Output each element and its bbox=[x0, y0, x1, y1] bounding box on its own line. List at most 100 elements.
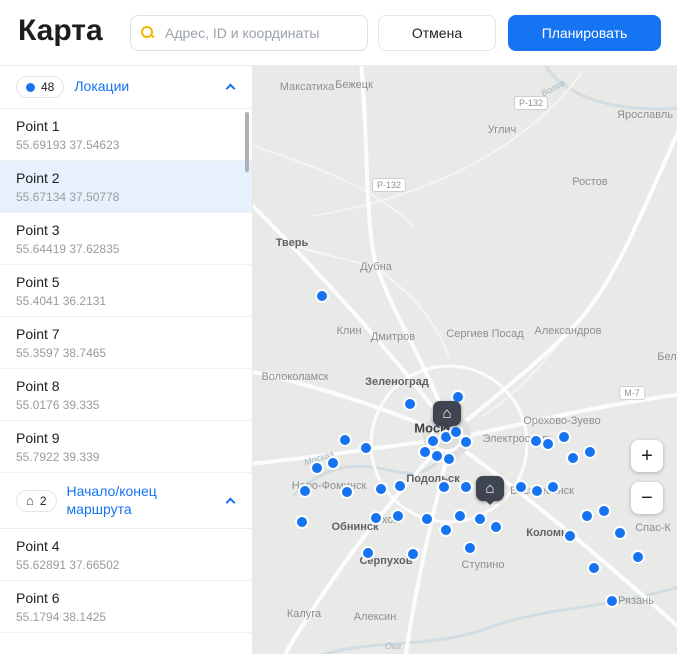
map-point-marker[interactable] bbox=[461, 437, 471, 447]
map-point-marker[interactable] bbox=[565, 531, 575, 541]
map-canvas[interactable]: + − Максатиха Бежецк Ярославль Углич Ростов Т… bbox=[253, 66, 677, 654]
zoom-in-button[interactable]: + bbox=[631, 440, 663, 472]
list-item[interactable]: Point 5 55.4041 36.2131 bbox=[0, 265, 252, 317]
depot-house-icon: ⌂ bbox=[476, 476, 504, 501]
point-coords: 55.7922 39.339 bbox=[16, 450, 100, 464]
depot-marker[interactable]: ⌂ bbox=[433, 401, 461, 435]
point-name: Point 3 bbox=[16, 222, 60, 238]
map-point-marker[interactable] bbox=[582, 511, 592, 521]
list-item[interactable]: Point 9 55.7922 39.339 bbox=[0, 421, 252, 473]
map-point-marker[interactable] bbox=[317, 291, 327, 301]
point-name: Point 1 bbox=[16, 118, 60, 134]
search-input[interactable] bbox=[163, 24, 357, 42]
map-point-marker[interactable] bbox=[405, 399, 415, 409]
map-point-marker[interactable] bbox=[559, 432, 569, 442]
page-title: Карта bbox=[18, 14, 103, 47]
section-title: Локации bbox=[74, 78, 130, 95]
badge-count: 2 bbox=[39, 493, 47, 508]
point-coords: 55.1794 38.1425 bbox=[16, 610, 107, 624]
map-point-marker[interactable] bbox=[444, 454, 454, 464]
map-point-marker[interactable] bbox=[376, 484, 386, 494]
point-coords: 55.69193 37.54623 bbox=[16, 138, 120, 152]
list-item[interactable]: Point 7 55.3597 38.7465 bbox=[0, 317, 252, 369]
map-point-marker[interactable] bbox=[393, 511, 403, 521]
map-point-marker[interactable] bbox=[428, 436, 438, 446]
road-number-badge: Р-132 bbox=[513, 96, 549, 110]
count-badge: ⌂ 2 bbox=[16, 489, 57, 512]
map-point-marker[interactable] bbox=[312, 463, 322, 473]
section-list: Point 1 55.69193 37.54623 Point 2 55.67134 … bbox=[0, 109, 252, 473]
map-point-marker[interactable] bbox=[461, 482, 471, 492]
map-point-marker[interactable] bbox=[543, 439, 553, 449]
road-number-badge: М-7 bbox=[619, 386, 645, 400]
map-point-marker[interactable] bbox=[432, 451, 442, 461]
cancel-button[interactable]: Отмена bbox=[378, 15, 496, 51]
map-point-marker[interactable] bbox=[361, 443, 371, 453]
map-point-marker[interactable] bbox=[465, 543, 475, 553]
map-point-marker[interactable] bbox=[607, 596, 617, 606]
list-item[interactable]: Point 8 55.0176 39.335 bbox=[0, 369, 252, 421]
point-coords: 55.4041 36.2131 bbox=[16, 294, 107, 308]
point-coords: 55.3597 38.7465 bbox=[16, 346, 107, 360]
map-point-marker[interactable] bbox=[548, 482, 558, 492]
map-roads bbox=[253, 66, 677, 654]
depot-marker[interactable]: ⌂ bbox=[476, 476, 504, 510]
point-name: Point 6 bbox=[16, 590, 60, 606]
map-point-marker[interactable] bbox=[408, 549, 418, 559]
sidebar-sections: 48 Локации Point 1 55.69193 37.54623 Point 2… bbox=[0, 66, 252, 633]
map-point-marker[interactable] bbox=[395, 481, 405, 491]
point-coords: 55.67134 37.50778 bbox=[16, 190, 120, 204]
section-list: Point 4 55.62891 37.66502 Point 6 55.1794 3… bbox=[0, 529, 252, 633]
list-item[interactable]: Point 1 55.69193 37.54623 bbox=[0, 109, 252, 161]
depot-house-icon: ⌂ bbox=[26, 493, 34, 508]
zoom-out-button[interactable]: − bbox=[631, 482, 663, 514]
map-point-marker[interactable] bbox=[475, 514, 485, 524]
point-name: Point 2 bbox=[16, 170, 60, 186]
header-bar: Карта Отмена Планировать bbox=[0, 0, 677, 66]
map-point-marker[interactable] bbox=[633, 552, 643, 562]
map-point-marker[interactable] bbox=[599, 506, 609, 516]
scrollbar-thumb[interactable] bbox=[245, 112, 249, 172]
map-point-marker[interactable] bbox=[455, 511, 465, 521]
section-header[interactable]: ⌂ 2 Начало/конец маршрута bbox=[0, 473, 252, 529]
map-point-marker[interactable] bbox=[422, 514, 432, 524]
search-box[interactable] bbox=[130, 15, 368, 51]
search-icon bbox=[141, 26, 155, 40]
list-item[interactable]: Point 2 55.67134 37.50778 bbox=[0, 161, 252, 213]
point-name: Point 8 bbox=[16, 378, 60, 394]
chevron-up-icon bbox=[225, 83, 236, 94]
map-point-marker[interactable] bbox=[297, 517, 307, 527]
map-point-marker[interactable] bbox=[441, 525, 451, 535]
map-point-marker[interactable] bbox=[371, 513, 381, 523]
map-point-marker[interactable] bbox=[568, 453, 578, 463]
map-point-marker[interactable] bbox=[340, 435, 350, 445]
plan-button[interactable]: Планировать bbox=[508, 15, 661, 51]
list-item[interactable]: Point 6 55.1794 38.1425 bbox=[0, 581, 252, 633]
point-name: Point 5 bbox=[16, 274, 60, 290]
point-name: Point 9 bbox=[16, 430, 60, 446]
depot-marker-tip bbox=[442, 425, 452, 435]
map-point-marker[interactable] bbox=[300, 486, 310, 496]
river-label: Ока bbox=[384, 641, 402, 651]
badge-count: 48 bbox=[41, 80, 55, 94]
map-point-marker[interactable] bbox=[439, 482, 449, 492]
map-point-marker[interactable] bbox=[531, 436, 541, 446]
list-item[interactable]: Point 3 55.64419 37.62835 bbox=[0, 213, 252, 265]
count-badge: 48 bbox=[16, 76, 65, 98]
map-point-marker[interactable] bbox=[420, 447, 430, 457]
map-point-marker[interactable] bbox=[589, 563, 599, 573]
map-point-marker[interactable] bbox=[363, 548, 373, 558]
section-header[interactable]: 48 Локации bbox=[0, 66, 252, 109]
map-point-marker[interactable] bbox=[585, 447, 595, 457]
map-point-marker[interactable] bbox=[342, 487, 352, 497]
road-number-badge: Р-132 bbox=[371, 178, 407, 192]
map-point-marker[interactable] bbox=[615, 528, 625, 538]
map-point-marker[interactable] bbox=[328, 458, 338, 468]
app-window: Карта Отмена Планировать 48 Локации Point … bbox=[0, 0, 677, 654]
depot-marker-tip bbox=[485, 500, 495, 510]
map-point-marker[interactable] bbox=[516, 482, 526, 492]
map-point-marker[interactable] bbox=[491, 522, 501, 532]
map-point-marker[interactable] bbox=[532, 486, 542, 496]
list-item[interactable]: Point 4 55.62891 37.66502 bbox=[0, 529, 252, 581]
location-dot-icon bbox=[26, 82, 35, 92]
